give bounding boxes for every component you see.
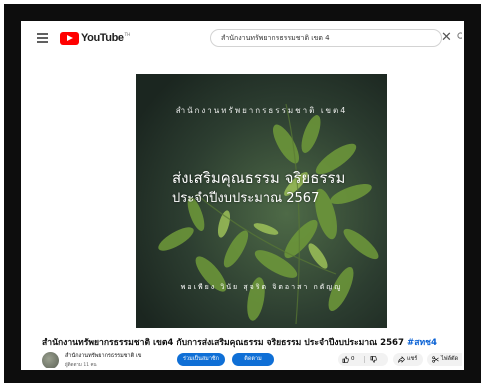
screenshot-frame: YouTube TH สำนักงานทรัพยากรธรรมชาติ เขต … bbox=[4, 4, 481, 383]
like-dislike-group: 0 bbox=[338, 353, 388, 366]
video-player[interactable]: สำนักงานทรัพยากรธรรมชาติ เขต4 ส่งเสริมคุ… bbox=[136, 74, 387, 328]
search-icon[interactable] bbox=[457, 32, 464, 41]
logo-country-code: TH bbox=[124, 32, 131, 37]
video-meta-row: สำนักงานทรัพยากรธรรมชาติ เข ผู้ติดตาม 11… bbox=[42, 351, 462, 368]
scissors-icon bbox=[432, 356, 439, 363]
thumbs-up-icon[interactable] bbox=[342, 356, 349, 363]
hashtag-link[interactable]: #สทช4 bbox=[407, 338, 437, 348]
top-bar: YouTube TH สำนักงานทรัพยากรธรรมชาติ เขต … bbox=[23, 23, 462, 53]
play-icon bbox=[60, 31, 79, 45]
video-title: สำนักงานทรัพยากรธรรมชาติ เขต4 กับการส่งเ… bbox=[42, 335, 462, 349]
search-input[interactable]: สำนักงานทรัพยากรธรรมชาติ เขต 4 bbox=[210, 29, 442, 47]
like-divider bbox=[364, 356, 365, 363]
thumbs-down-icon[interactable] bbox=[370, 356, 377, 363]
channel-name[interactable]: สำนักงานทรัพยากรธรรมชาติ เข bbox=[65, 352, 142, 360]
logo-text: YouTube bbox=[81, 32, 124, 44]
video-subheadline: ประจำปีงบประมาณ 2567 bbox=[172, 191, 320, 206]
join-button[interactable]: ร่วมเป็นสมาชิก bbox=[177, 353, 225, 366]
youtube-logo[interactable]: YouTube TH bbox=[60, 31, 130, 45]
like-count: 0 bbox=[351, 356, 355, 362]
youtube-page: YouTube TH สำนักงานทรัพยากรธรรมชาติ เขต … bbox=[21, 21, 464, 370]
clip-button[interactable]: ไฟล์ตัด bbox=[427, 353, 462, 366]
hamburger-menu-icon[interactable] bbox=[37, 33, 48, 43]
subscriber-count: ผู้ติดตาม 11 คน bbox=[65, 363, 97, 368]
share-icon bbox=[398, 356, 405, 363]
search-query-text: สำนักงานทรัพยากรธรรมชาติ เขต 4 bbox=[221, 34, 330, 42]
clear-search-icon[interactable]: ✕ bbox=[441, 31, 452, 44]
share-label: แชร์ bbox=[407, 356, 418, 362]
clip-label: ไฟล์ตัด bbox=[441, 356, 459, 362]
video-values-text: พอเพียง วินัย สุจริต จิตอาสา กตัญญู bbox=[180, 283, 343, 291]
video-title-text: สำนักงานทรัพยากรธรรมชาติ เขต4 กับการส่งเ… bbox=[42, 338, 405, 348]
channel-avatar[interactable] bbox=[42, 352, 59, 368]
subscribe-button[interactable]: ติดตาม bbox=[232, 353, 274, 366]
share-button[interactable]: แชร์ bbox=[393, 353, 423, 366]
video-org-text: สำนักงานทรัพยากรธรรมชาติ เขต4 bbox=[175, 106, 348, 115]
